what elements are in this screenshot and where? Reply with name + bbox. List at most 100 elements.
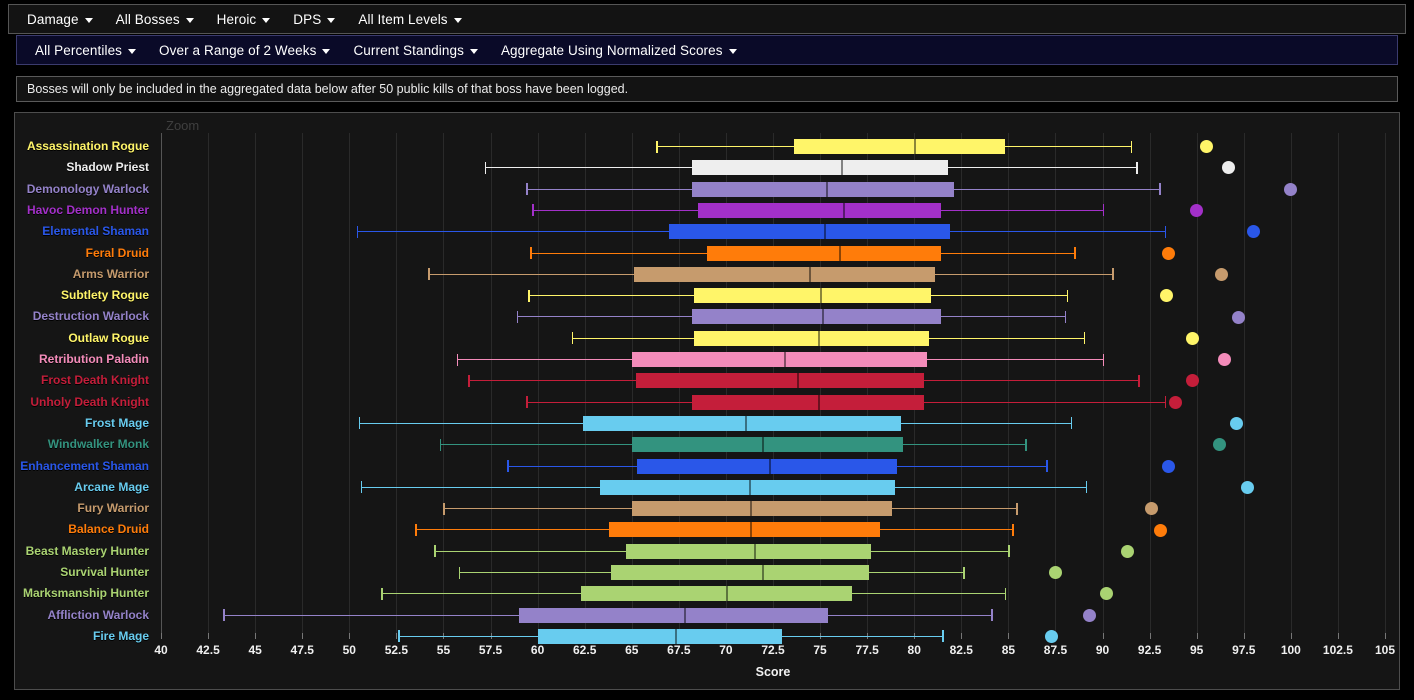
- boxplot-row[interactable]: Frost Death Knight: [161, 370, 1385, 391]
- median-line: [762, 437, 764, 452]
- boxplot-row[interactable]: Enhancement Shaman: [161, 456, 1385, 477]
- menu-aggregate-using-normalized-scores[interactable]: Aggregate Using Normalized Scores: [497, 40, 746, 61]
- quartile-box[interactable]: [611, 565, 869, 580]
- chevron-down-icon: [186, 18, 194, 23]
- outlier-dot[interactable]: [1213, 438, 1226, 451]
- outlier-dot[interactable]: [1215, 268, 1228, 281]
- boxplot-row[interactable]: Frost Mage: [161, 413, 1385, 434]
- outlier-dot[interactable]: [1186, 332, 1199, 345]
- menu-item-label: Aggregate Using Normalized Scores: [501, 43, 723, 58]
- quartile-box[interactable]: [669, 224, 950, 239]
- outlier-dot[interactable]: [1049, 566, 1062, 579]
- quartile-box[interactable]: [632, 437, 903, 452]
- menu-dps[interactable]: DPS: [289, 9, 344, 30]
- outlier-dot[interactable]: [1162, 460, 1175, 473]
- quartile-box[interactable]: [632, 352, 928, 367]
- outlier-dot[interactable]: [1121, 545, 1134, 558]
- quartile-box[interactable]: [538, 629, 783, 644]
- outlier-dot[interactable]: [1160, 289, 1173, 302]
- boxplot-row[interactable]: Unholy Death Knight: [161, 392, 1385, 413]
- boxplot-row[interactable]: Fire Mage: [161, 626, 1385, 647]
- boxplot-row[interactable]: Demonology Warlock: [161, 179, 1385, 200]
- quartile-box[interactable]: [694, 331, 929, 346]
- boxplot-row[interactable]: Windwalker Monk: [161, 434, 1385, 455]
- quartile-box[interactable]: [692, 182, 954, 197]
- quartile-box[interactable]: [692, 309, 941, 324]
- outlier-dot[interactable]: [1083, 609, 1096, 622]
- menu-all-bosses[interactable]: All Bosses: [112, 9, 203, 30]
- outlier-dot[interactable]: [1190, 204, 1203, 217]
- menu-damage[interactable]: Damage: [23, 9, 102, 30]
- outlier-dot[interactable]: [1186, 374, 1199, 387]
- category-label: Arms Warrior: [73, 264, 149, 285]
- menu-over-a-range-of-2-weeks[interactable]: Over a Range of 2 Weeks: [155, 40, 339, 61]
- outlier-dot[interactable]: [1230, 417, 1243, 430]
- quartile-box[interactable]: [794, 139, 1005, 154]
- quartile-box[interactable]: [692, 160, 948, 175]
- boxplot-row[interactable]: Feral Druid: [161, 243, 1385, 264]
- quartile-box[interactable]: [609, 522, 880, 537]
- quartile-box[interactable]: [632, 501, 892, 516]
- menu-all-percentiles[interactable]: All Percentiles: [31, 40, 145, 61]
- menu-heroic[interactable]: Heroic: [213, 9, 280, 30]
- outlier-dot[interactable]: [1247, 225, 1260, 238]
- quartile-box[interactable]: [637, 459, 897, 474]
- boxplot-row[interactable]: Elemental Shaman: [161, 221, 1385, 242]
- boxplot-row[interactable]: Marksmanship Hunter: [161, 583, 1385, 604]
- menu-all-item-levels[interactable]: All Item Levels: [354, 9, 470, 30]
- whisker-cap-high: [991, 609, 993, 621]
- boxplot-row[interactable]: Destruction Warlock: [161, 306, 1385, 327]
- category-label: Assassination Rogue: [27, 136, 149, 157]
- menu-current-standings[interactable]: Current Standings: [349, 40, 487, 61]
- quartile-box[interactable]: [583, 416, 901, 431]
- whisker-cap-low: [398, 630, 400, 642]
- quartile-box[interactable]: [626, 544, 871, 559]
- chevron-down-icon: [128, 49, 136, 54]
- quartile-box[interactable]: [692, 395, 924, 410]
- boxplot-row[interactable]: Balance Druid: [161, 519, 1385, 540]
- boxplot-row[interactable]: Outlaw Rogue: [161, 328, 1385, 349]
- category-label: Retribution Paladin: [39, 349, 149, 370]
- outlier-dot[interactable]: [1145, 502, 1158, 515]
- boxplot-row[interactable]: Retribution Paladin: [161, 349, 1385, 370]
- boxplot-row[interactable]: Beast Mastery Hunter: [161, 541, 1385, 562]
- quartile-box[interactable]: [636, 373, 924, 388]
- quartile-box[interactable]: [634, 267, 935, 282]
- whisker-cap-low: [526, 396, 528, 408]
- median-line: [750, 522, 752, 537]
- outlier-dot[interactable]: [1241, 481, 1254, 494]
- zoom-label[interactable]: Zoom: [166, 118, 199, 133]
- boxplot-row[interactable]: Shadow Priest: [161, 157, 1385, 178]
- boxplot-row[interactable]: Survival Hunter: [161, 562, 1385, 583]
- quartile-box[interactable]: [694, 288, 931, 303]
- boxplot-row[interactable]: Havoc Demon Hunter: [161, 200, 1385, 221]
- quartile-box[interactable]: [698, 203, 941, 218]
- category-label: Windwalker Monk: [48, 434, 149, 455]
- boxplot-row[interactable]: Subtlety Rogue: [161, 285, 1385, 306]
- outlier-dot[interactable]: [1232, 311, 1245, 324]
- boxplot-row[interactable]: Arms Warrior: [161, 264, 1385, 285]
- quartile-box[interactable]: [707, 246, 941, 261]
- boxplot-row[interactable]: Arcane Mage: [161, 477, 1385, 498]
- boxplot-row[interactable]: Fury Warrior: [161, 498, 1385, 519]
- outlier-dot[interactable]: [1154, 524, 1167, 537]
- median-line: [726, 586, 728, 601]
- outlier-dot[interactable]: [1045, 630, 1058, 643]
- outlier-dot[interactable]: [1100, 587, 1113, 600]
- quartile-box[interactable]: [581, 586, 852, 601]
- boxplot-row[interactable]: Assassination Rogue: [161, 136, 1385, 157]
- whisker-cap-high: [1103, 204, 1105, 216]
- whisker-cap-high: [1136, 162, 1138, 174]
- category-label: Beast Mastery Hunter: [26, 541, 149, 562]
- chevron-down-icon: [85, 18, 93, 23]
- outlier-dot[interactable]: [1284, 183, 1297, 196]
- outlier-dot[interactable]: [1200, 140, 1213, 153]
- outlier-dot[interactable]: [1222, 161, 1235, 174]
- outlier-dot[interactable]: [1169, 396, 1182, 409]
- median-line: [684, 608, 686, 623]
- outlier-dot[interactable]: [1218, 353, 1231, 366]
- quartile-box[interactable]: [519, 608, 828, 623]
- outlier-dot[interactable]: [1162, 247, 1175, 260]
- boxplot-row[interactable]: Affliction Warlock: [161, 605, 1385, 626]
- aggregation-notice: Bosses will only be included in the aggr…: [16, 76, 1398, 102]
